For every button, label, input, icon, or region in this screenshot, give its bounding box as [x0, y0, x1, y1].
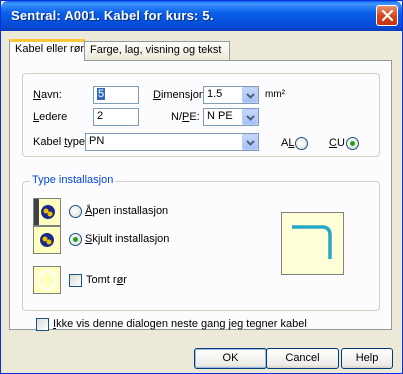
hidden-installation-radio[interactable]	[69, 233, 82, 246]
open-cable-icon	[34, 199, 55, 225]
close-button[interactable]	[376, 5, 398, 26]
kabeltype-select[interactable]: PN	[85, 133, 259, 151]
dialog-window: Sentral: A001. Kabel for kurs: 5. Kabel …	[0, 0, 403, 374]
ledere-input[interactable]: 2	[93, 108, 139, 126]
empty-pipe-image	[33, 266, 61, 294]
tab-farge-lag[interactable]: Farge, lag, visning og tekst	[84, 41, 230, 60]
npe-select[interactable]: N PE	[203, 108, 259, 126]
installation-group-caption: Type installasjon	[30, 174, 116, 186]
open-installation-image	[33, 198, 61, 226]
installation-type-group: Type installasjon Åpen installasjon Skju…	[22, 174, 380, 311]
npe-label: N/PE:	[171, 111, 200, 123]
dimensjon-dropdown-button[interactable]	[242, 87, 258, 103]
open-installation-label: Åpen installasjon	[85, 205, 169, 217]
title-bar[interactable]: Sentral: A001. Kabel for kurs: 5.	[1, 1, 402, 31]
empty-pipe-checkbox[interactable]	[69, 274, 82, 287]
al-radio[interactable]	[295, 137, 308, 150]
dont-show-checkbox[interactable]	[36, 318, 49, 331]
chevron-down-icon	[246, 93, 255, 99]
tab-kabel-eller-ror[interactable]: Kabel eller rør	[9, 39, 85, 61]
cable-properties-group: Navn: 5 Ledere 2 Dimensjon: 1.5 mm² N/PE…	[22, 73, 380, 157]
ok-button[interactable]: OK	[194, 348, 267, 369]
empty-pipe-label: Tomt rør	[86, 274, 127, 286]
navn-input[interactable]: 5	[93, 86, 139, 104]
dialog-client: Kabel eller rør Farge, lag, visning og t…	[4, 31, 399, 372]
tab-panel: Navn: 5 Ledere 2 Dimensjon: 1.5 mm² N/PE…	[9, 60, 392, 331]
open-installation-radio[interactable]	[69, 205, 82, 218]
kabeltype-label: Kabel type	[33, 136, 86, 148]
dont-show-label: Ikke vis denne dialogen neste gang jeg t…	[53, 318, 307, 330]
kabeltype-dropdown-button[interactable]	[242, 134, 258, 150]
hidden-installation-label: Skjult installasjon	[85, 233, 170, 245]
navn-label: Navn:	[33, 89, 62, 101]
empty-pipe-icon	[37, 270, 57, 290]
ledere-label: Ledere	[33, 111, 68, 123]
cancel-button[interactable]: Cancel	[266, 348, 339, 369]
installation-preview	[281, 212, 344, 275]
hidden-cable-icon	[40, 233, 54, 247]
close-icon	[381, 9, 394, 22]
cable-bend-preview-icon	[292, 225, 332, 259]
chevron-down-icon	[246, 115, 255, 121]
al-label: AL	[281, 137, 295, 149]
dimensjon-select[interactable]: 1.5	[203, 86, 259, 104]
tab-label: Farge, lag, visning og tekst	[90, 44, 222, 56]
hidden-installation-image	[33, 226, 61, 254]
tab-label: Kabel eller rør	[15, 43, 85, 55]
help-button[interactable]: Help	[341, 348, 393, 369]
chevron-down-icon	[246, 140, 255, 146]
dimensjon-label: Dimensjon:	[153, 89, 209, 101]
npe-dropdown-button[interactable]	[242, 109, 258, 125]
window-title: Sentral: A001. Kabel for kurs: 5.	[11, 8, 214, 23]
mm2-unit: mm²	[265, 89, 285, 100]
cu-radio[interactable]	[346, 137, 359, 150]
cu-label: CU	[329, 137, 345, 149]
